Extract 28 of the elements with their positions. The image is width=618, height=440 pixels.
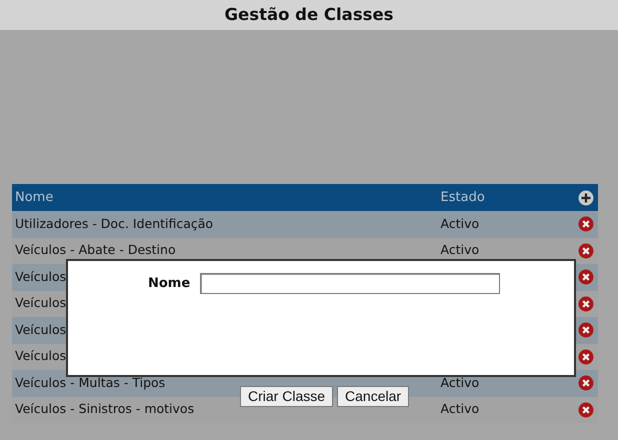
table-cell: Veículos - Sinistros - motivos <box>15 401 194 416</box>
page-title: Gestão de Classes <box>224 4 394 26</box>
table-cell: Activo <box>440 401 480 416</box>
table-cell: Utilizadores - Doc. Identificação <box>15 216 214 231</box>
delete-icon[interactable] <box>578 402 594 418</box>
create-button[interactable]: Criar Classe <box>240 386 334 407</box>
table-cell: Activo <box>440 374 480 390</box>
table-cell: Veículos <box>15 348 66 364</box>
delete-icon[interactable] <box>578 269 594 286</box>
delete-icon[interactable] <box>578 216 594 232</box>
name-field[interactable] <box>200 273 500 294</box>
delete-icon[interactable] <box>578 296 594 312</box>
field-label: Nome <box>148 274 190 293</box>
table-cell: Veículos <box>15 322 66 337</box>
delete-icon[interactable] <box>578 322 594 338</box>
add-icon[interactable] <box>578 190 594 206</box>
table-cell: Veículos <box>15 295 66 310</box>
delete-icon[interactable] <box>578 348 594 365</box>
delete-icon[interactable] <box>578 375 594 392</box>
table-cell: Veículos <box>15 268 66 284</box>
column-header: Nome <box>15 190 54 205</box>
table-cell: Veículos - Multas - Tipos <box>15 374 166 390</box>
column-header: Estado <box>440 190 485 205</box>
table-cell: Veículos - Abate - Destino <box>15 242 176 258</box>
delete-icon[interactable] <box>578 242 594 259</box>
cancel-button[interactable]: Cancelar <box>337 386 410 407</box>
table-cell: Activo <box>440 216 480 231</box>
table-cell: Activo <box>440 242 480 258</box>
